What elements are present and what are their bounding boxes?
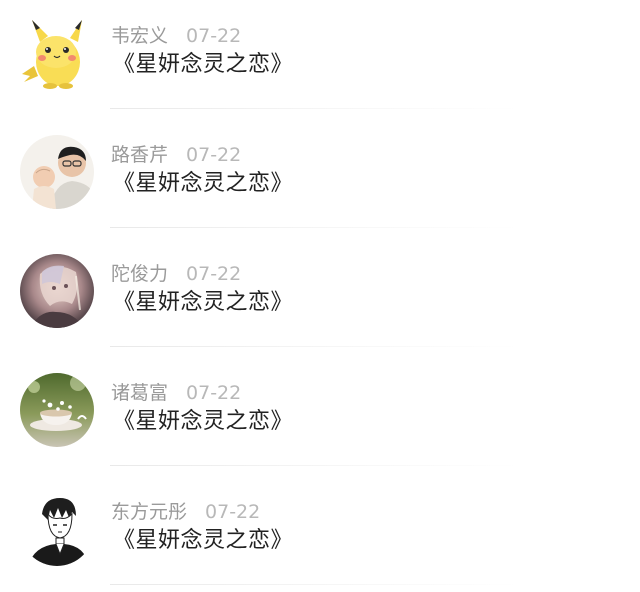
comment-text: 《星妍念灵之恋》 — [113, 528, 294, 553]
list-item[interactable]: 陀俊力 07-22 《星妍念灵之恋》 — [0, 238, 640, 357]
comment-date: 07-22 — [186, 25, 242, 47]
comment-meta: 东方元彤 07-22 — [111, 500, 260, 524]
author-name[interactable]: 路香芹 — [111, 144, 168, 166]
pikachu-avatar-icon[interactable] — [20, 16, 94, 90]
divider — [110, 346, 520, 347]
comment-list: 韦宏义 07-22 《星妍念灵之恋》 路香芹 07-22 《星妍念灵之恋》 陀俊… — [0, 0, 640, 592]
teacup-flowers-avatar-icon[interactable] — [20, 373, 94, 447]
divider — [110, 108, 520, 109]
comment-meta: 韦宏义 07-22 — [111, 24, 241, 48]
list-item[interactable]: 路香芹 07-22 《星妍念灵之恋》 — [0, 119, 640, 238]
comment-date: 07-22 — [186, 382, 242, 404]
comment-text: 《星妍念灵之恋》 — [113, 290, 294, 315]
comment-meta: 路香芹 07-22 — [111, 143, 241, 167]
anime-couple-avatar-icon[interactable] — [20, 254, 94, 328]
list-item[interactable]: 诸葛富 07-22 《星妍念灵之恋》 — [0, 357, 640, 476]
comment-date: 07-22 — [186, 144, 242, 166]
comment-text: 《星妍念灵之恋》 — [113, 171, 294, 196]
person-with-baby-avatar-icon[interactable] — [20, 135, 94, 209]
author-name[interactable]: 陀俊力 — [111, 263, 168, 285]
author-name[interactable]: 诸葛富 — [111, 382, 168, 404]
author-name[interactable]: 东方元彤 — [111, 501, 187, 523]
comment-text: 《星妍念灵之恋》 — [113, 409, 294, 434]
comment-meta: 陀俊力 07-22 — [111, 262, 241, 286]
divider — [110, 465, 520, 466]
divider — [110, 227, 520, 228]
manga-boy-avatar-icon[interactable] — [20, 492, 94, 566]
comment-date: 07-22 — [205, 501, 261, 523]
comment-meta: 诸葛富 07-22 — [111, 381, 241, 405]
list-item[interactable]: 韦宏义 07-22 《星妍念灵之恋》 — [0, 0, 640, 119]
list-item[interactable]: 东方元彤 07-22 《星妍念灵之恋》 — [0, 476, 640, 592]
author-name[interactable]: 韦宏义 — [111, 25, 168, 47]
comment-date: 07-22 — [186, 263, 242, 285]
comment-text: 《星妍念灵之恋》 — [113, 52, 294, 77]
divider — [110, 584, 520, 585]
